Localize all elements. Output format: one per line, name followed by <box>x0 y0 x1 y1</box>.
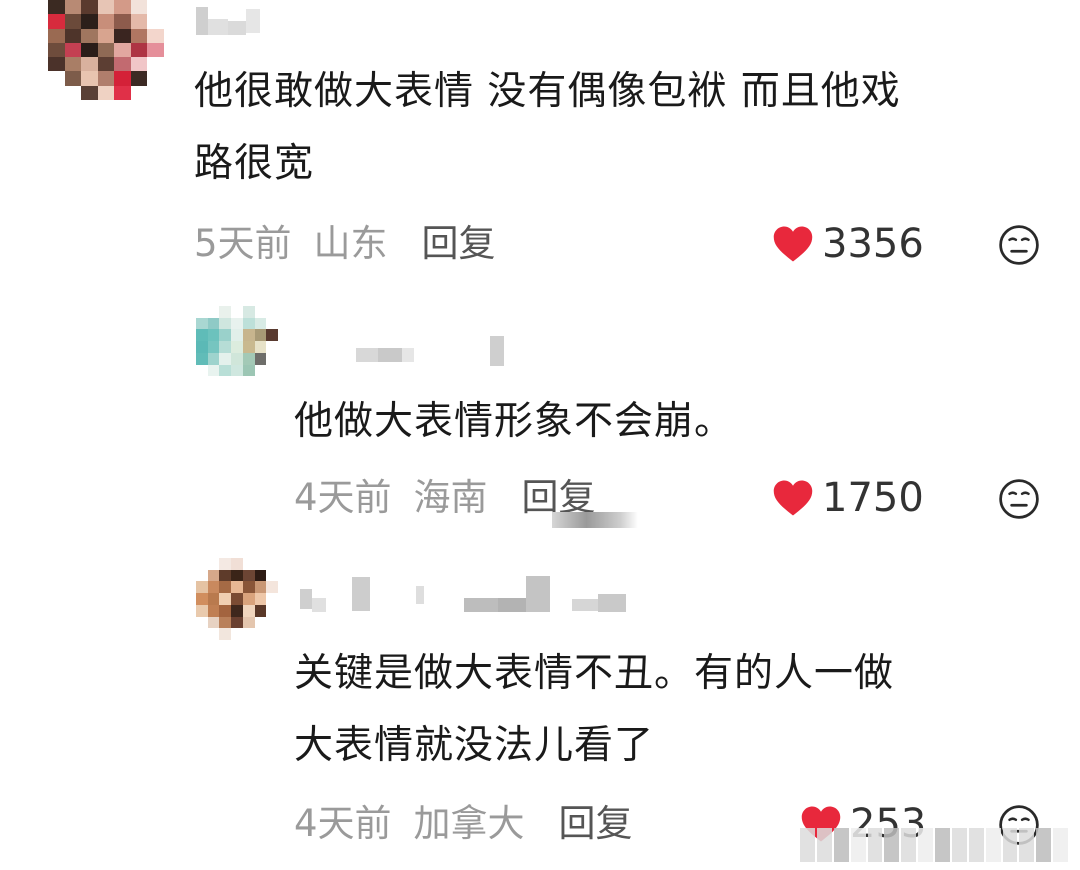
reply-button[interactable]: 回复 <box>422 220 496 268</box>
avatar[interactable] <box>48 0 164 100</box>
neutral-face-icon[interactable] <box>998 478 1040 520</box>
like-button[interactable]: 3356 <box>772 220 924 268</box>
like-count: 3356 <box>822 221 924 267</box>
avatar[interactable] <box>196 558 278 640</box>
comment-time: 4天前 <box>294 476 392 519</box>
comment-time: 5天前 <box>194 222 292 265</box>
like-button[interactable]: 1750 <box>772 474 924 522</box>
comment-text: 关键是做大表情不丑。有的人一做 大表情就没法儿看了 <box>294 651 895 768</box>
watermark-blur <box>800 828 1068 862</box>
username-blurred[interactable] <box>356 336 504 366</box>
heart-icon <box>773 226 813 262</box>
reply-button[interactable]: 回复 <box>559 800 633 848</box>
username-blurred[interactable] <box>300 574 626 614</box>
like-count: 1750 <box>822 475 924 521</box>
comment-text: 他做大表情形象不会崩。 <box>294 399 735 444</box>
heart-icon <box>773 480 813 516</box>
comment-location: 加拿大 <box>413 802 525 845</box>
smudge-blur <box>552 512 638 528</box>
avatar[interactable] <box>196 306 278 388</box>
comment-meta: 5天前 山东 回复 <box>194 220 496 268</box>
neutral-face-icon[interactable] <box>998 224 1040 266</box>
comment-text: 他很敢做大表情 没有偶像包袱 而且他戏 路很宽 <box>194 69 901 186</box>
username-blurred[interactable] <box>196 6 260 36</box>
comment-meta: 4天前 海南 回复 <box>294 474 596 522</box>
comment-meta: 4天前 加拿大 回复 <box>294 800 633 848</box>
comment-time: 4天前 <box>294 802 392 845</box>
comment-location: 山东 <box>313 222 388 265</box>
comment-location: 海南 <box>413 476 488 519</box>
